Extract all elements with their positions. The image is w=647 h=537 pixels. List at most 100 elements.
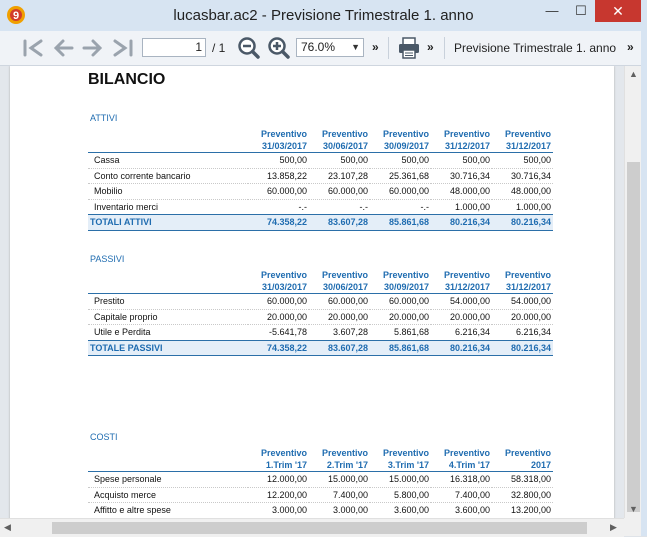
toolbar-overflow-button-1[interactable]: »	[372, 40, 379, 54]
row-label: Mobilio	[88, 183, 248, 200]
column-header: Preventivo 30/09/2017	[370, 128, 431, 153]
table-header-row: Preventivo 31/03/2017 Preventivo 30/06/201…	[88, 269, 553, 294]
chevron-down-icon: ▼	[351, 42, 360, 52]
table-cell: 500,00	[248, 152, 309, 169]
scrollbar-corner	[624, 518, 641, 536]
table-cell: 3.000,00	[248, 502, 309, 518]
first-page-icon	[23, 39, 43, 57]
zoom-out-icon	[238, 37, 260, 59]
table-cell: 6.216,34	[431, 324, 492, 341]
table-cell: -.-	[309, 199, 370, 215]
table-cell: 3.607,28	[309, 324, 370, 341]
table-row: Cassa 500,00 500,00 500,00 500,00 500,00	[88, 152, 553, 169]
scroll-left-icon[interactable]: ◀	[4, 522, 11, 533]
zoom-out-button[interactable]	[236, 35, 262, 61]
last-page-button[interactable]	[110, 35, 136, 61]
maximize-button[interactable]: ☐	[567, 0, 595, 22]
table-row: Prestito 60.000,00 60.000,00 60.000,00 5…	[88, 293, 553, 310]
table-cell: 1.000,00	[492, 199, 553, 215]
section-label-passivi: PASSIVI	[90, 254, 125, 264]
print-button[interactable]	[396, 35, 422, 61]
column-header: Preventivo 30/06/2017	[309, 128, 370, 153]
toolbar-overflow-button-3[interactable]: »	[627, 40, 634, 54]
table-cell: 60.000,00	[309, 183, 370, 200]
section-label-costi: COSTI	[90, 432, 118, 442]
zoom-in-button[interactable]	[266, 35, 292, 61]
report-viewport[interactable]: BILANCIO ATTIVI Preventivo 31/03/2017 Pre…	[0, 66, 624, 518]
row-label: Inventario merci	[88, 199, 248, 215]
column-header: Preventivo 2017	[492, 447, 553, 472]
table-cell: 500,00	[492, 152, 553, 169]
close-button[interactable]: ✕	[595, 0, 641, 22]
scroll-right-icon[interactable]: ▶	[610, 522, 617, 533]
window-frame	[641, 31, 647, 536]
column-header: Preventivo 31/12/2017	[431, 269, 492, 294]
table-cell: 3.600,00	[370, 502, 431, 518]
table-cell: 15.000,00	[309, 471, 370, 488]
total-cell: 85.861,68	[370, 339, 431, 356]
total-cell: 83.607,28	[309, 339, 370, 356]
table-row: Conto corrente bancario 13.858,22 23.107…	[88, 168, 553, 184]
zoom-value: 76.0%	[301, 40, 336, 54]
row-label: Cassa	[88, 152, 248, 169]
table-cell: 54.000,00	[431, 293, 492, 310]
toolbar-overflow-button-2[interactable]: »	[427, 40, 434, 54]
prev-page-button[interactable]	[50, 35, 76, 61]
zoom-select[interactable]: 76.0% ▼	[296, 38, 364, 57]
table-cell: 20.000,00	[431, 309, 492, 325]
table-cell: 32.800,00	[492, 487, 553, 503]
scroll-up-icon[interactable]: ▲	[629, 69, 638, 79]
row-label: Acquisto merce	[88, 487, 248, 503]
table-row: Utile e Perdita -5.641,78 3.607,28 5.861…	[88, 324, 553, 341]
table-cell: 3.600,00	[431, 502, 492, 518]
column-header: Preventivo 4.Trim '17	[431, 447, 492, 472]
minimize-button[interactable]: —	[538, 0, 566, 22]
total-cell: 85.861,68	[370, 214, 431, 231]
table-cell: 16.318,00	[431, 471, 492, 488]
table-cell: -5.641,78	[248, 324, 309, 341]
column-header: Preventivo 31/03/2017	[248, 128, 309, 153]
toolbar: 1 / 1 76.0% ▼ » » Previsione Trimestrale…	[0, 31, 647, 66]
total-label: TOTALI ATTIVI	[88, 214, 248, 231]
table-cell: 13.200,00	[492, 502, 553, 518]
horizontal-scrollbar[interactable]: ◀ ▶	[0, 518, 624, 537]
column-header: Preventivo 3.Trim '17	[370, 447, 431, 472]
costi-table: Preventivo 1.Trim '17 Preventivo 2.Trim '1…	[88, 447, 553, 518]
next-page-button[interactable]	[80, 35, 106, 61]
table-cell: -.-	[370, 199, 431, 215]
table-row: Affitto e altre spese 3.000,00 3.000,00 …	[88, 502, 553, 518]
total-row: TOTALE PASSIVI 74.358,22 83.607,28 85.86…	[88, 339, 553, 356]
vertical-scroll-thumb[interactable]	[627, 162, 640, 512]
table-cell: 20.000,00	[309, 309, 370, 325]
table-header-row: Preventivo 31/03/2017 Preventivo 30/06/201…	[88, 128, 553, 153]
last-page-icon	[113, 39, 133, 57]
table-cell: 20.000,00	[370, 309, 431, 325]
table-cell: 13.858,22	[248, 168, 309, 184]
column-header: Preventivo 2.Trim '17	[309, 447, 370, 472]
table-cell: 7.400,00	[431, 487, 492, 503]
horizontal-scroll-thumb[interactable]	[52, 522, 587, 534]
report-selector[interactable]: Previsione Trimestrale 1. anno	[454, 41, 616, 55]
table-cell: 500,00	[370, 152, 431, 169]
scroll-down-icon[interactable]: ▼	[629, 504, 638, 514]
table-cell: 12.000,00	[248, 471, 309, 488]
row-label: Affitto e altre spese	[88, 502, 248, 518]
row-label: Utile e Perdita	[88, 324, 248, 341]
column-header	[88, 269, 248, 294]
table-row: Spese personale 12.000,00 15.000,00 15.0…	[88, 471, 553, 488]
column-header: Preventivo 1.Trim '17	[248, 447, 309, 472]
total-cell: 74.358,22	[248, 214, 309, 231]
column-header: Preventivo 31/12/2017	[431, 128, 492, 153]
vertical-scrollbar[interactable]: ▲ ▼	[624, 66, 642, 518]
table-cell: 6.216,34	[492, 324, 553, 341]
page-number-input[interactable]: 1	[142, 38, 206, 57]
table-cell: 25.361,68	[370, 168, 431, 184]
prev-page-icon	[53, 39, 74, 57]
first-page-button[interactable]	[20, 35, 46, 61]
row-label: Prestito	[88, 293, 248, 310]
table-cell: 60.000,00	[370, 183, 431, 200]
table-cell: 20.000,00	[248, 309, 309, 325]
total-label: TOTALE PASSIVI	[88, 339, 248, 356]
table-cell: 58.318,00	[492, 471, 553, 488]
table-cell: 15.000,00	[370, 471, 431, 488]
